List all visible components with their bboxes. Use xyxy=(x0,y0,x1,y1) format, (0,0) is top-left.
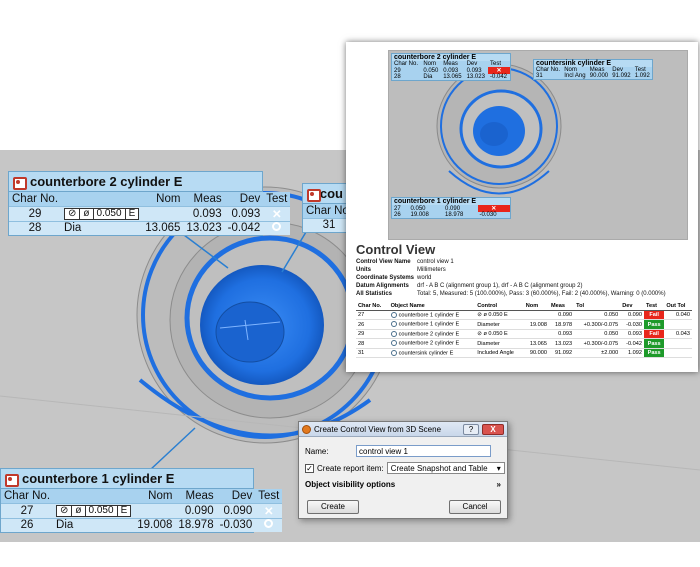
pass-icon xyxy=(263,220,291,235)
feature-icon xyxy=(390,312,397,318)
feature-icon xyxy=(390,340,397,347)
create-control-view-dialog: Create Control View from 3D Scene ? X Na… xyxy=(298,421,508,519)
label-countersink-partial[interactable]: cou Char No. 31 xyxy=(302,183,348,233)
label-counterbore-1[interactable]: counterbore 1 cylinder E Char No. Nom Me… xyxy=(0,468,283,533)
dialog-titlebar[interactable]: Create Control View from 3D Scene ? X xyxy=(299,422,507,437)
status-badge: Pass xyxy=(643,319,665,330)
fail-icon: ✕ xyxy=(477,205,510,212)
create-report-label: Create report item: xyxy=(317,463,384,473)
control-view-report: counterbore 2 cylinder E Char No. Nom Meas… xyxy=(346,42,698,372)
col-test: Test xyxy=(263,192,291,206)
table-row: 28 counterbore 2 cylinder E Diameter 13.… xyxy=(356,338,692,349)
create-report-checkbox[interactable]: ✓ xyxy=(305,463,314,473)
label-title: counterbore 1 cylinder E xyxy=(22,471,175,486)
feature-tag-icon xyxy=(5,473,19,487)
label-title: cou xyxy=(319,186,343,201)
label-title: counterbore 2 cylinder E xyxy=(30,174,183,189)
col-char: Char No. xyxy=(9,192,62,206)
label-header: counterbore 2 cylinder E xyxy=(9,172,262,192)
status-badge: Fail xyxy=(643,310,665,321)
fail-icon: ✕ xyxy=(263,205,291,221)
feature-icon xyxy=(390,349,397,356)
status-badge: Fail xyxy=(643,329,665,340)
name-label: Name: xyxy=(305,446,329,456)
dropdown-arrow-icon: ▾ xyxy=(496,463,501,473)
feature-icon xyxy=(390,321,397,328)
name-row: Name: xyxy=(305,445,491,457)
table-row: 27 counterbore 1 cylinder E ⊘ ø 0.050 E … xyxy=(356,310,692,321)
dialog-title: Create Control View from 3D Scene xyxy=(314,424,442,434)
label-table: Char No. Nom Meas Dev Test 27 ⊘ ø 0.050 … xyxy=(1,489,283,532)
table-row: 29 counterbore 2 cylinder E ⊘ ø 0.050 E … xyxy=(356,329,692,340)
label-header: counterbore 1 cylinder E xyxy=(1,469,253,489)
report-snapshot: counterbore 2 cylinder E Char No. Nom Meas… xyxy=(388,50,688,240)
label-header: cou xyxy=(303,184,347,204)
fail-icon: ✕ xyxy=(255,502,283,518)
label-counterbore-2[interactable]: counterbore 2 cylinder E Char No. Nom Me… xyxy=(8,171,291,236)
label-table: Char No. Nom Meas Dev Test 29 ⊘ ø 0.050 … xyxy=(9,192,291,235)
report-title: Control View xyxy=(356,242,436,257)
mini-label-counterbore-2: counterbore 2 cylinder E Char No. Nom Meas… xyxy=(391,53,511,81)
table-row: 26 Dia 19.008 18.978 -0.030 xyxy=(1,517,283,532)
report-item-select[interactable]: Create Snapshot and Table ▾ xyxy=(386,462,505,474)
close-button[interactable]: X xyxy=(482,423,504,435)
status-badge: Pass xyxy=(643,348,665,359)
position-icon: ⊘ xyxy=(57,506,73,516)
create-report-row: ✓ Create report item: Create Snapshot an… xyxy=(305,462,505,474)
mini-label-countersink: countersink cylinder E Char No. Nom Meas De… xyxy=(533,59,653,80)
name-input[interactable] xyxy=(356,445,491,457)
feature-tag-icon xyxy=(13,176,27,190)
pass-icon xyxy=(255,517,283,532)
table-row: 27 ⊘ ø 0.050 E 0.090 0.090 ✕ xyxy=(1,502,283,518)
diameter-icon: ø xyxy=(72,506,86,516)
mini-label-counterbore-1: counterbore 1 cylinder E 27 0.050 0.090 ✕ 2… xyxy=(391,197,511,219)
feature-tag-icon xyxy=(307,188,321,202)
cancel-button[interactable]: Cancel xyxy=(449,500,501,514)
table-row: 26 counterbore 1 cylinder E Diameter 19.… xyxy=(356,319,692,330)
feature-control-frame: ⊘ ø 0.050 E xyxy=(56,505,132,517)
status-badge: Pass xyxy=(643,338,665,349)
app-icon xyxy=(302,424,311,434)
position-icon: ⊘ xyxy=(65,209,81,219)
fail-icon: ✕ xyxy=(487,67,510,74)
feature-icon xyxy=(390,330,397,337)
create-button[interactable]: Create xyxy=(307,500,359,514)
report-table: Char No. Object Name Control Nom Meas To… xyxy=(356,302,692,359)
chevron-double-down-icon: » xyxy=(496,480,501,489)
table-row: 29 ⊘ ø 0.050 E 0.093 0.093 ✕ xyxy=(9,205,291,221)
table-row: 31 countersink cylinder E Included Angle… xyxy=(356,348,692,359)
diameter-icon: ø xyxy=(80,209,94,219)
table-row: 28 Dia 13.065 13.023 -0.042 xyxy=(9,220,291,235)
visibility-options-toggle[interactable]: Object visibility options » xyxy=(305,480,501,489)
table-row: 31 xyxy=(303,217,347,232)
col-meas: Meas xyxy=(183,192,225,206)
feature-control-frame: ⊘ ø 0.050 E xyxy=(64,208,140,220)
col-nom: Nom xyxy=(142,192,184,206)
report-meta: Control View Name control view 1 Units Mil… xyxy=(356,259,666,297)
col-dev: Dev xyxy=(224,192,264,206)
help-button[interactable]: ? xyxy=(463,423,479,435)
